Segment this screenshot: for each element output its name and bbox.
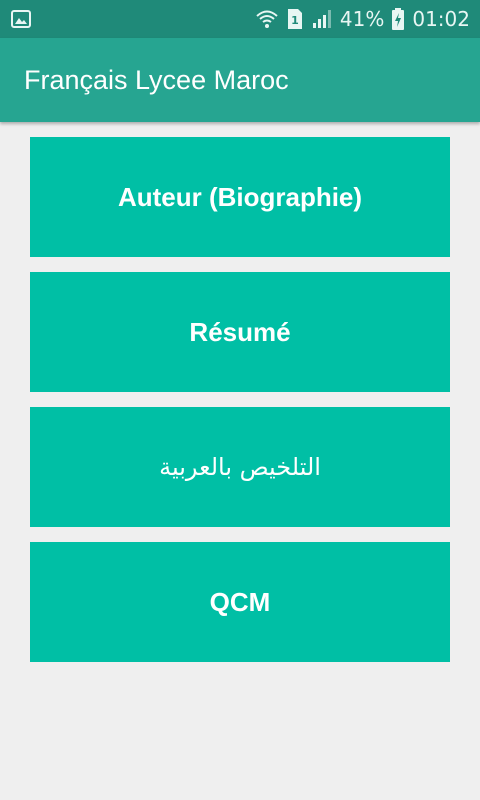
signal-icon: [311, 8, 333, 30]
wifi-icon: [255, 8, 279, 30]
qcm-button[interactable]: QCM: [30, 542, 450, 662]
arabic-summary-button[interactable]: التلخيص بالعربية: [30, 407, 450, 527]
app-bar: Français Lycee Maroc: [0, 38, 480, 122]
status-time: 01:02: [412, 7, 470, 31]
battery-percent: 41%: [339, 7, 385, 31]
battery-charging-icon: [391, 7, 405, 31]
app-title: Français Lycee Maroc: [24, 65, 289, 95]
summary-button[interactable]: Résumé: [30, 272, 450, 392]
author-biography-button[interactable]: Auteur (Biographie): [30, 137, 450, 257]
sim1-icon: 1: [286, 8, 304, 30]
status-icons: 1 41% 01:02: [255, 0, 470, 38]
status-bar: 1 41% 01:02: [0, 0, 480, 38]
menu-list: Auteur (Biographie) Résumé التلخيص بالعر…: [30, 137, 450, 677]
sim-slot-label: 1: [291, 14, 299, 27]
image-icon: [10, 8, 32, 30]
